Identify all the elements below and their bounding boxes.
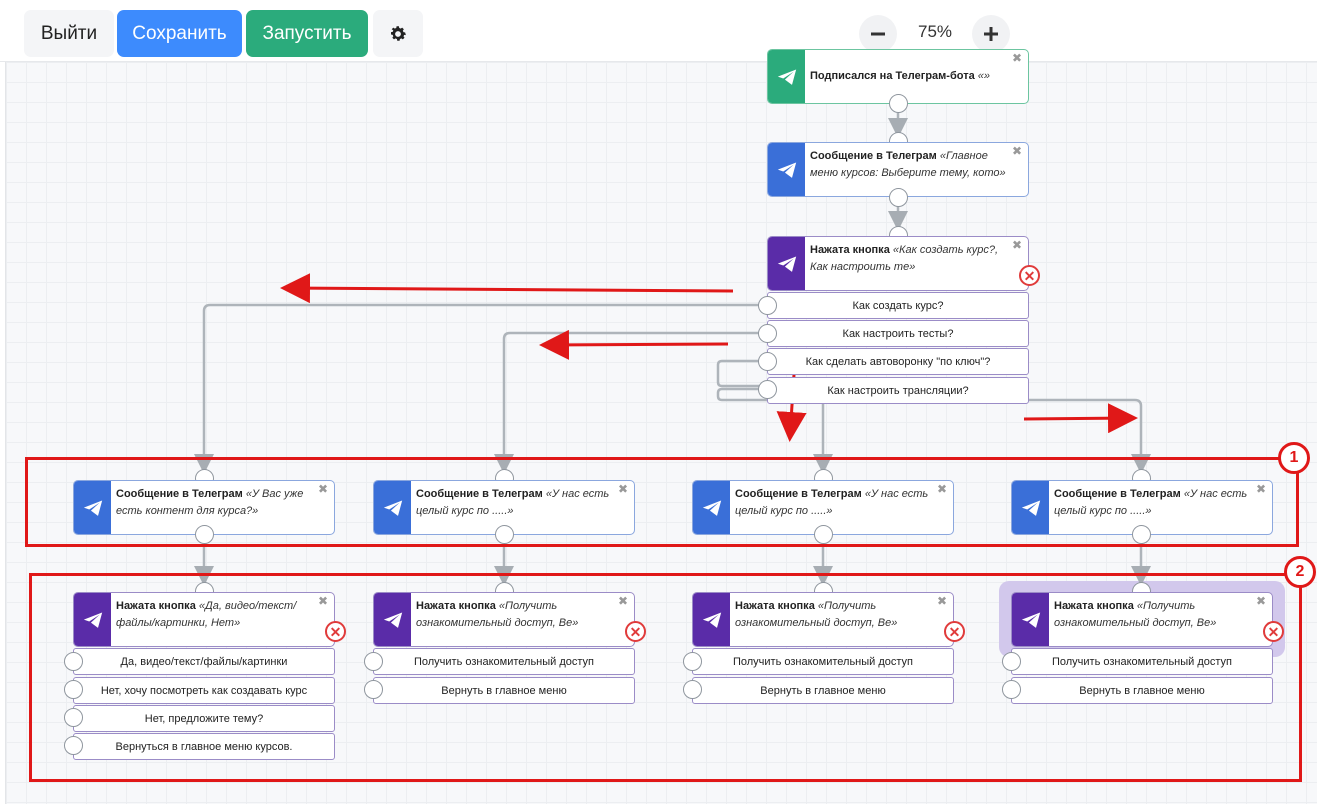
annotation-badge-2: 2 <box>1284 556 1316 588</box>
settings-button[interactable] <box>373 10 423 57</box>
gear-icon <box>391 25 406 41</box>
option-port[interactable] <box>758 296 777 315</box>
zoom-level: 75% <box>917 22 953 41</box>
minus-icon <box>871 32 885 36</box>
option-port[interactable] <box>758 352 777 371</box>
telegram-icon <box>768 237 805 290</box>
zoom-out-button[interactable] <box>859 15 897 53</box>
node-detail: «» <box>977 70 991 82</box>
run-button[interactable]: Запустить <box>246 10 368 57</box>
annotation-badge-1: 1 <box>1278 442 1310 474</box>
menu-buttons-node[interactable]: Нажата кнопка «Как создать курс?, Как на… <box>767 236 1029 291</box>
option-port[interactable] <box>758 380 777 399</box>
close-icon[interactable]: ✖ <box>1012 239 1022 251</box>
annotation-box-2 <box>29 573 1302 782</box>
close-icon[interactable]: ✖ <box>1012 52 1022 64</box>
option-button[interactable]: Как настроить тесты? <box>767 320 1029 347</box>
option-button[interactable]: Как создать курс? <box>767 292 1029 319</box>
delete-node-icon[interactable]: ✕ <box>1019 265 1040 286</box>
close-icon[interactable]: ✖ <box>1012 145 1022 157</box>
annotation-box-1 <box>25 457 1299 547</box>
option-button[interactable]: Как настроить трансляции? <box>767 377 1029 404</box>
save-button[interactable]: Сохранить <box>117 10 242 57</box>
option-port[interactable] <box>758 324 777 343</box>
telegram-icon <box>768 143 805 196</box>
node-title: Сообщение в Телеграм <box>810 150 937 162</box>
plus-icon <box>984 27 998 41</box>
exit-button[interactable]: Выйти <box>24 10 114 57</box>
telegram-icon <box>768 50 805 103</box>
output-port[interactable] <box>889 188 908 207</box>
output-port[interactable] <box>889 94 908 113</box>
zoom-in-button[interactable] <box>972 15 1010 53</box>
option-button[interactable]: Как сделать автоворонку "по ключ"? <box>767 348 1029 375</box>
node-title: Подписался на Телеграм-бота <box>810 70 975 82</box>
toolbar: Выйти Сохранить Запустить 75% <box>0 0 1317 62</box>
node-title: Нажата кнопка <box>810 244 890 256</box>
